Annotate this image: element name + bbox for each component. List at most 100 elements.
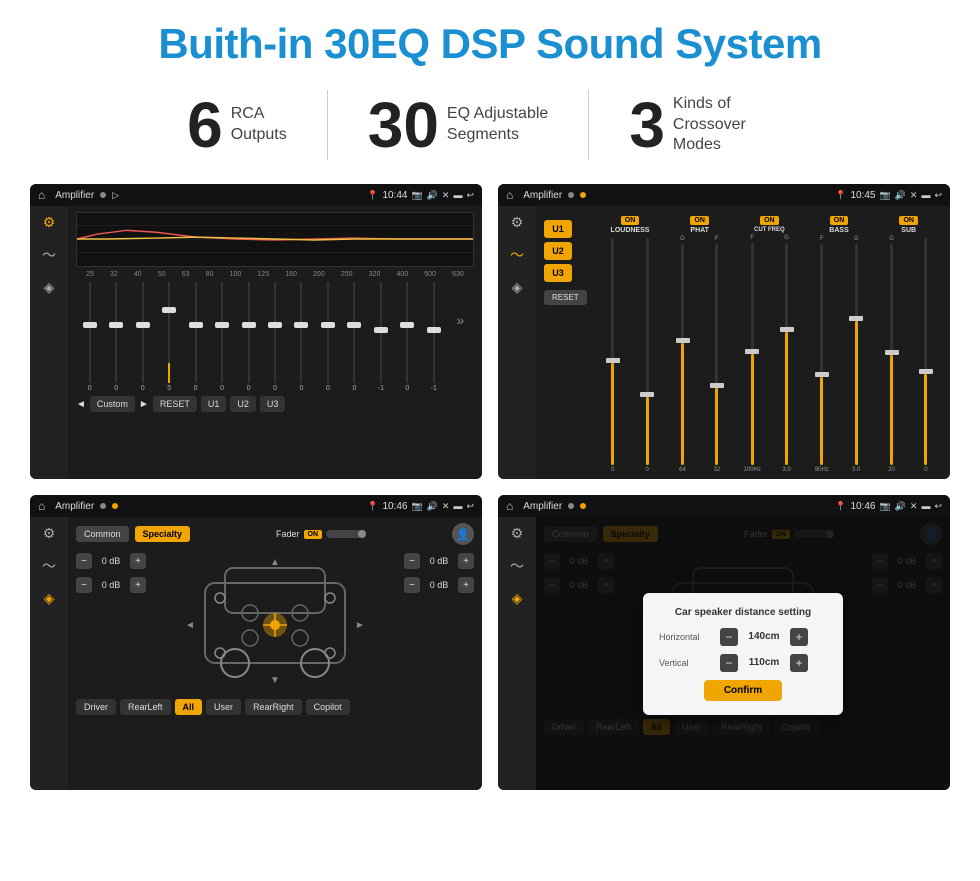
fader-tab-specialty[interactable]: Specialty <box>135 526 191 542</box>
phat-label: PHAT <box>690 227 709 234</box>
xover-col-bass: ON BASS F 90Hz <box>806 216 873 473</box>
xover-preset-u3[interactable]: U3 <box>544 264 572 282</box>
loudness-slider-1[interactable]: 0 <box>597 236 629 473</box>
cutfreq-on-badge: ON <box>760 216 779 225</box>
loudness-slider-2[interactable]: 0 <box>631 236 663 473</box>
phat-slider-g[interactable]: G 64 <box>666 236 698 473</box>
eq-slider-0[interactable]: 0 <box>78 282 101 392</box>
fader-home-icon[interactable]: ⌂ <box>38 499 45 513</box>
xover-time: 10:45 <box>850 190 875 201</box>
car-visual: ▼ ▲ ◄ ► <box>152 553 398 693</box>
stats-row: 6 RCAOutputs 30 EQ AdjustableSegments 3 … <box>30 90 950 160</box>
vol-plus-fl[interactable]: + <box>130 553 146 569</box>
zone-btn-copilot[interactable]: Copilot <box>306 699 350 715</box>
vertical-plus-btn[interactable]: + <box>790 654 808 672</box>
fader-slider[interactable] <box>326 530 366 538</box>
fader-dlg-dot-1 <box>568 503 574 509</box>
eq-prev-btn[interactable]: ◄ <box>76 399 86 410</box>
eq-slider-9[interactable]: 0 <box>316 282 339 392</box>
eq-u2-btn[interactable]: U2 <box>230 396 256 412</box>
eq-slider-7[interactable]: 0 <box>263 282 286 392</box>
cutfreq-sliders: F 100Hz G <box>736 235 803 473</box>
eq-slider-3[interactable]: 5 <box>157 282 180 392</box>
eq-slider-1[interactable]: 0 <box>104 282 127 392</box>
fader-tab-common[interactable]: Common <box>76 526 129 542</box>
xover-back-icon: ↩ <box>934 190 942 201</box>
eq-slider-10[interactable]: 0 <box>343 282 366 392</box>
fader-on-toggle[interactable]: ON <box>304 530 323 539</box>
fader-dlg-main-area: Common Specialty Fader ON 👤 <box>536 517 950 790</box>
xover-preset-u1[interactable]: U1 <box>544 220 572 238</box>
fader-main-area: Common Specialty Fader ON 👤 <box>68 517 482 790</box>
fader-sidebar-wave-icon[interactable]: 〜 <box>42 556 56 576</box>
eq-home-icon[interactable]: ⌂ <box>38 188 45 202</box>
xover-sidebar-sound-icon[interactable]: ◈ <box>512 279 523 296</box>
xover-col-phat: ON PHAT G 64 <box>666 216 733 473</box>
phat-slider-f[interactable]: F 32 <box>701 236 733 473</box>
vol-value-fr: 0 dB <box>424 556 454 566</box>
xover-reset-btn[interactable]: RESET <box>544 290 587 305</box>
zone-btn-rearright[interactable]: RearRight <box>245 699 302 715</box>
fader-dlg-sidebar-eq-icon[interactable]: ⚙ <box>511 525 524 542</box>
cutfreq-slider-g[interactable]: G 3.0 <box>770 235 802 473</box>
xover-preset-u2[interactable]: U2 <box>544 242 572 260</box>
horizontal-plus-btn[interactable]: + <box>790 628 808 646</box>
xover-home-icon[interactable]: ⌂ <box>506 188 513 202</box>
fader-sidebar-sound-icon[interactable]: ◈ <box>44 590 55 607</box>
eq-slider-expand[interactable]: » <box>449 282 472 392</box>
zone-btn-driver[interactable]: Driver <box>76 699 116 715</box>
bass-slider-g[interactable]: G 3.0 <box>840 236 872 473</box>
fader-dlg-rect-icon: ▬ <box>921 501 930 511</box>
fader-dlg-status-right: 📍 10:46 📷 🔊 ✕ ▬ ↩ <box>835 501 942 512</box>
eq-slider-5[interactable]: 0 <box>210 282 233 392</box>
xover-app-name: Amplifier <box>523 190 562 201</box>
vol-minus-fl[interactable]: − <box>76 553 92 569</box>
fader-dlg-sidebar-sound-icon[interactable]: ◈ <box>512 590 523 607</box>
eq-u3-btn[interactable]: U3 <box>260 396 286 412</box>
vol-plus-rr[interactable]: + <box>458 577 474 593</box>
horizontal-minus-btn[interactable]: − <box>720 628 738 646</box>
eq-sidebar-sound-icon[interactable]: ◈ <box>44 279 55 296</box>
eq-u1-btn[interactable]: U1 <box>201 396 227 412</box>
vol-plus-fr[interactable]: + <box>458 553 474 569</box>
cutfreq-slider-f[interactable]: F 100Hz <box>736 235 768 473</box>
eq-slider-11[interactable]: -1 <box>369 282 392 392</box>
eq-slider-12[interactable]: 0 <box>396 282 419 392</box>
fader-body: − 0 dB + − 0 dB + <box>76 553 474 693</box>
zone-btn-rearleft[interactable]: RearLeft <box>120 699 171 715</box>
loudness-on-badge: ON <box>621 216 640 225</box>
vol-minus-fr[interactable]: − <box>404 553 420 569</box>
bass-slider-f[interactable]: F 90Hz <box>806 236 838 473</box>
dialog-confirm-btn[interactable]: Confirm <box>704 680 782 701</box>
vol-minus-rr[interactable]: − <box>404 577 420 593</box>
eq-slider-4[interactable]: 0 <box>184 282 207 392</box>
eq-reset-btn[interactable]: RESET <box>153 396 197 412</box>
zone-btn-all[interactable]: All <box>175 699 203 715</box>
xover-sidebar-wave-icon[interactable]: 〜 <box>510 245 524 265</box>
page-title: Buith-in 30EQ DSP Sound System <box>30 20 950 68</box>
fader-sidebar-eq-icon[interactable]: ⚙ <box>43 525 56 542</box>
xover-sidebar-eq-icon[interactable]: ⚙ <box>511 214 524 231</box>
vol-plus-rl[interactable]: + <box>130 577 146 593</box>
zone-btn-user[interactable]: User <box>206 699 241 715</box>
eq-custom-btn[interactable]: Custom <box>90 396 135 412</box>
eq-sidebar-wave-icon[interactable]: 〜 <box>42 245 56 265</box>
phat-sliders: G 64 F <box>666 236 733 473</box>
fader-slider-thumb <box>358 530 366 538</box>
eq-app-name: Amplifier <box>55 190 94 201</box>
eq-slider-6[interactable]: 0 <box>237 282 260 392</box>
vertical-minus-btn[interactable]: − <box>720 654 738 672</box>
eq-slider-2[interactable]: 0 <box>131 282 154 392</box>
eq-sidebar-eq-icon[interactable]: ⚙ <box>43 214 56 231</box>
sub-slider-f[interactable]: 0 <box>910 236 942 473</box>
fader-dot-1 <box>100 503 106 509</box>
sub-slider-g[interactable]: G 20 <box>875 236 907 473</box>
svg-text:▼: ▼ <box>270 675 280 686</box>
eq-slider-8[interactable]: 0 <box>290 282 313 392</box>
fader-profile-icon[interactable]: 👤 <box>452 523 474 545</box>
eq-next-btn[interactable]: ► <box>139 399 149 410</box>
fader-dlg-sidebar-wave-icon[interactable]: 〜 <box>510 556 524 576</box>
eq-slider-13[interactable]: -1 <box>422 282 445 392</box>
fader-dlg-home-icon[interactable]: ⌂ <box>506 499 513 513</box>
vol-minus-rl[interactable]: − <box>76 577 92 593</box>
